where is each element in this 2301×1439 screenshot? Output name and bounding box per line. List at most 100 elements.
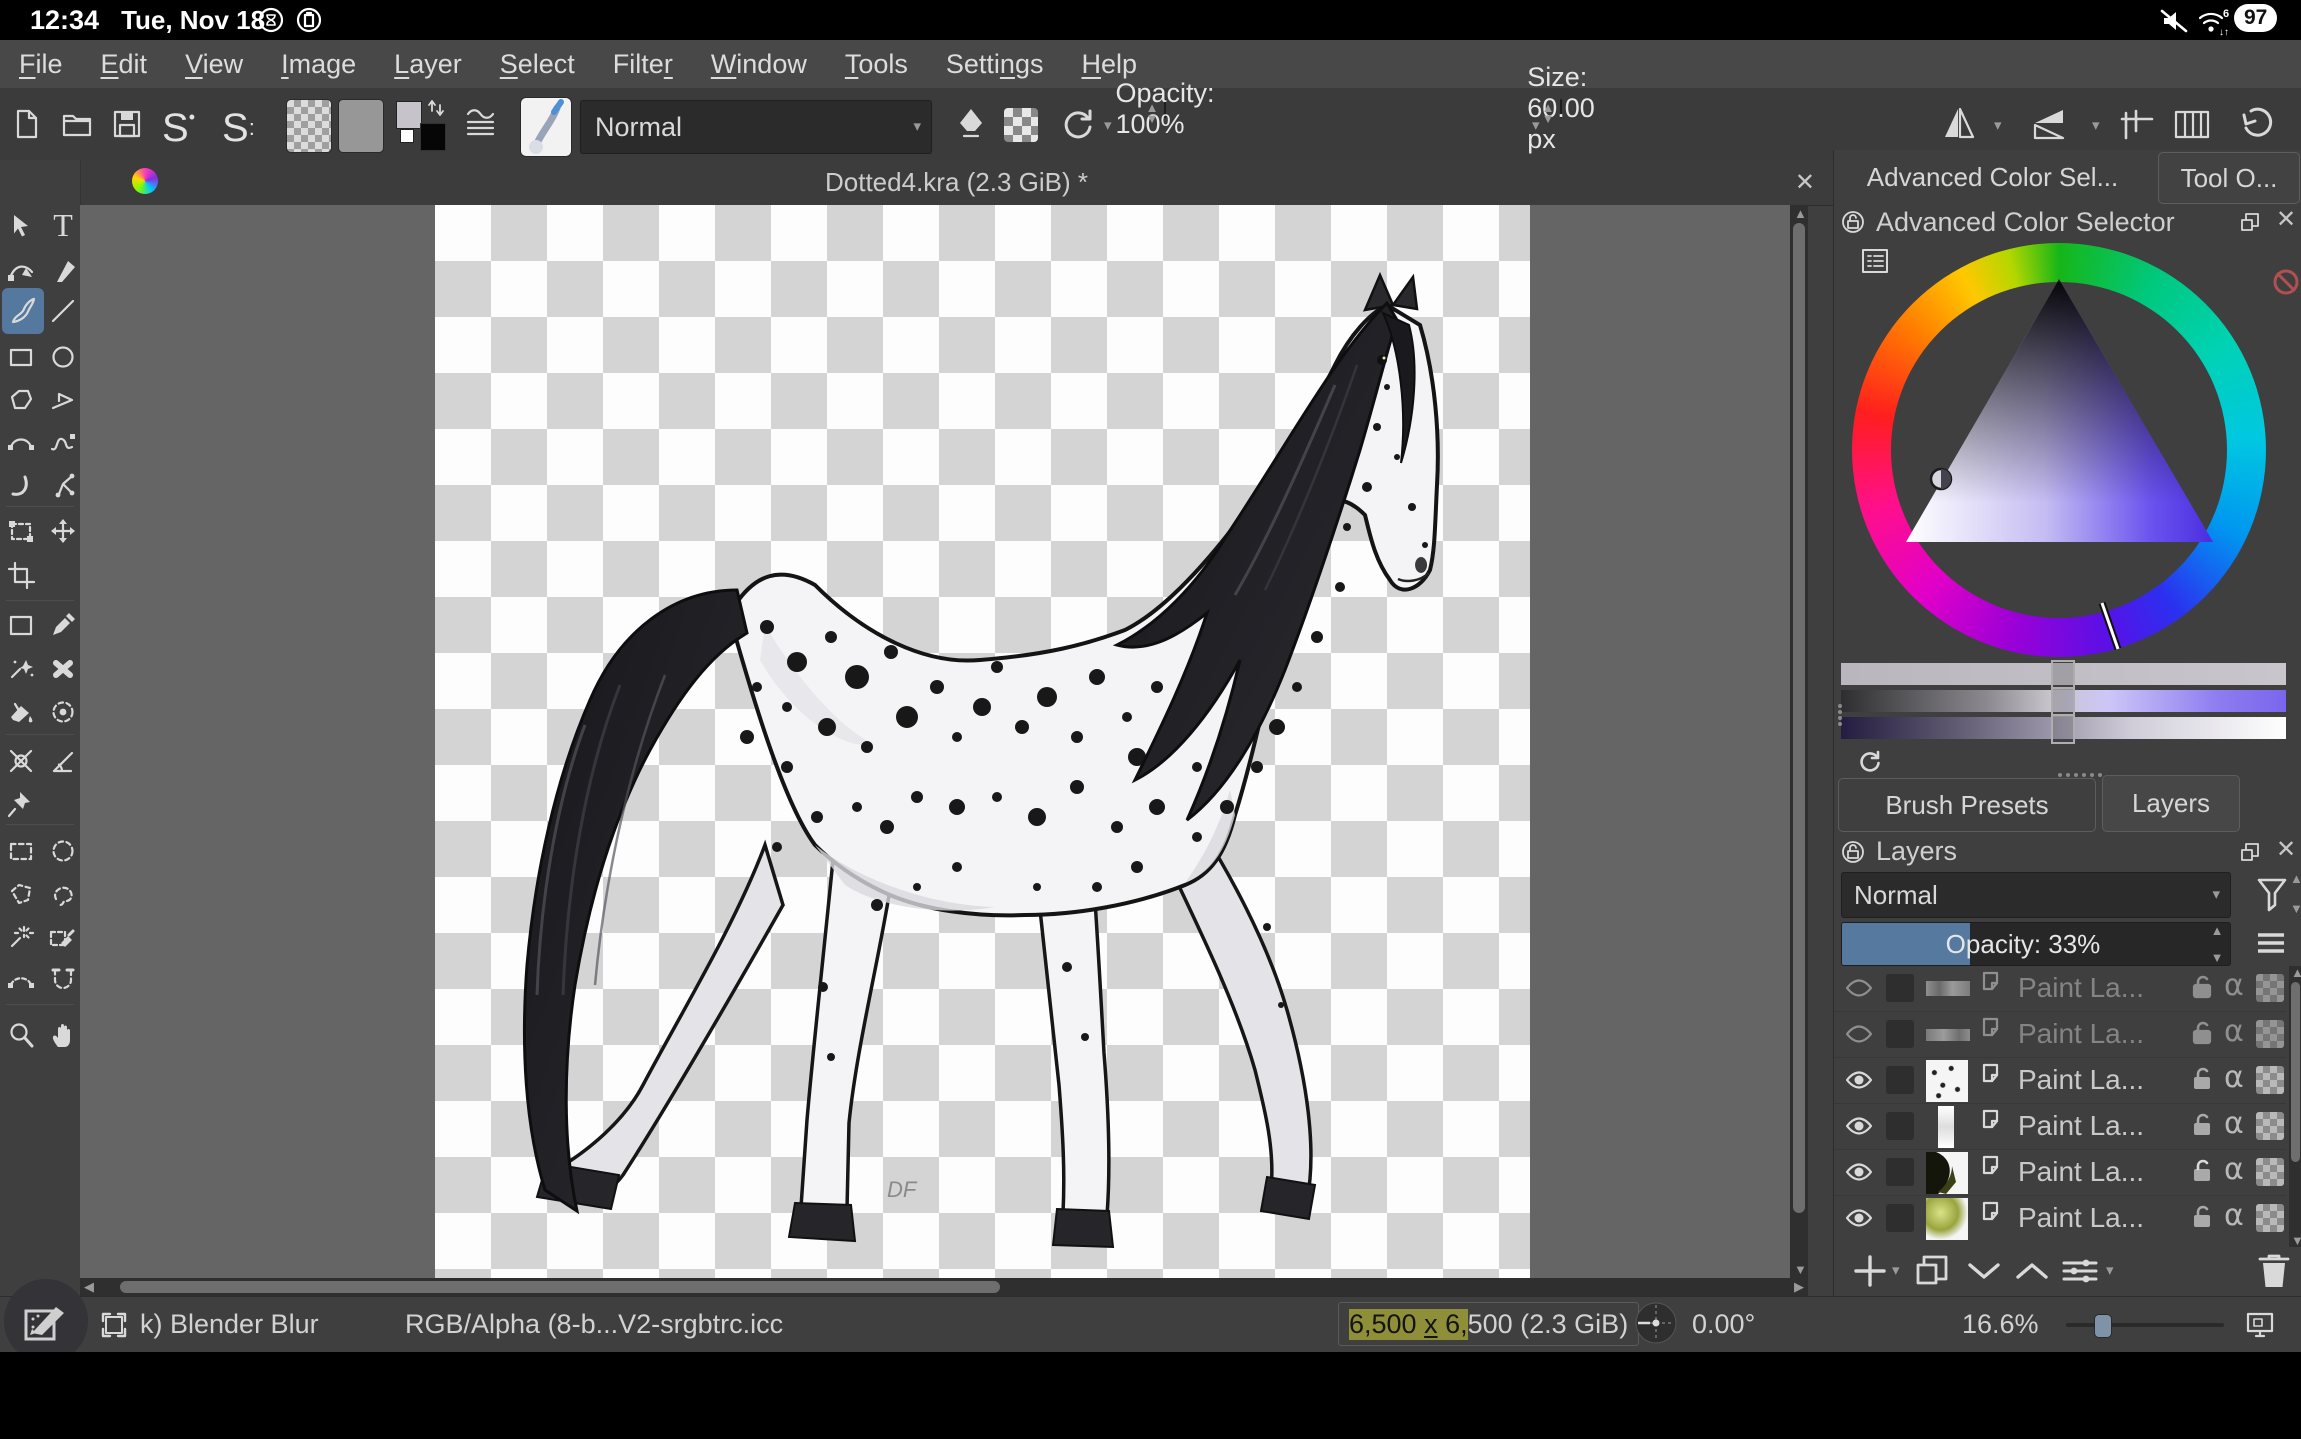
lightness-bar-handle[interactable] [2051, 660, 2075, 690]
selection-display-toggle[interactable] [100, 1311, 128, 1346]
tab-advanced-color-selector[interactable]: Advanced Color Sel... [1834, 150, 2151, 204]
floating-edit-button[interactable] [4, 1279, 88, 1363]
fg-bg-color-widget[interactable] [396, 101, 450, 151]
tool-rectangle[interactable] [2, 338, 40, 376]
layer-style-toggle[interactable] [1886, 1204, 1914, 1232]
undo-button[interactable] [2238, 103, 2280, 145]
background-color-swatch[interactable] [420, 123, 446, 151]
layer-row-5[interactable]: Paint La... α [1834, 1150, 2286, 1196]
tool-multibrush[interactable] [44, 465, 82, 503]
saturation-bar[interactable] [1841, 690, 2286, 712]
layer-name[interactable]: Paint La... [2018, 1018, 2178, 1050]
layer-thumbnail[interactable] [1938, 1106, 1954, 1148]
tool-fill[interactable] [2, 693, 40, 731]
close-document-icon[interactable]: ✕ [1795, 168, 1815, 197]
new-document-button[interactable] [10, 107, 44, 141]
tool-bezier-select[interactable] [2, 961, 40, 999]
tool-ellipse[interactable] [44, 338, 82, 376]
close-docker-icon[interactable]: ✕ [2276, 205, 2296, 234]
scroll-right-arrow[interactable]: ▶ [1794, 1280, 1804, 1293]
pattern-swatch-button[interactable] [286, 99, 332, 153]
layer-thumbnail[interactable] [1926, 1029, 1970, 1041]
inherit-alpha-icon[interactable] [2256, 974, 2284, 1002]
inherit-alpha-icon[interactable] [2256, 1158, 2284, 1186]
brush-settings-button[interactable] [462, 105, 500, 143]
docker-lock-icon[interactable] [1841, 210, 1865, 239]
layer-row-6[interactable]: Paint La... α [1834, 1196, 2286, 1247]
show-panels-button[interactable] [2172, 105, 2212, 143]
current-brush-name[interactable]: k) Blender Blur [140, 1309, 319, 1340]
saturation-value-triangle[interactable] [1852, 243, 2266, 657]
menu-settings[interactable]: Settings [927, 49, 1063, 80]
rotation-value[interactable]: 0.00° [1692, 1309, 1755, 1340]
wrap-around-button[interactable] [2118, 105, 2156, 143]
tool-crop[interactable] [2, 556, 40, 594]
menu-window[interactable]: Window [692, 49, 826, 80]
inherit-alpha-icon[interactable] [2256, 1066, 2284, 1094]
color-profile[interactable]: RGB/Alpha (8-b...V2-srgbtrc.icc [405, 1309, 783, 1340]
tool-pan[interactable] [44, 1016, 82, 1054]
mirror-vertical-chevron-icon[interactable]: ▾ [2092, 116, 2100, 134]
tool-zoom[interactable] [2, 1016, 40, 1054]
layer-name[interactable]: Paint La... [2018, 972, 2178, 1004]
scroll-down-arrow[interactable]: ▼ [1794, 1263, 1807, 1276]
tool-rect-select[interactable] [2, 832, 40, 870]
delete-layer-button[interactable] [2256, 1251, 2292, 1296]
layer-list-scrollbar[interactable]: ▲ ▼ [2289, 966, 2301, 1247]
layer-style-toggle[interactable] [1886, 974, 1914, 1002]
layer-style-toggle[interactable] [1886, 1020, 1914, 1048]
lock-icon[interactable] [2190, 1066, 2214, 1097]
float-docker-icon[interactable] [2238, 210, 2262, 239]
layer-style-toggle[interactable] [1886, 1112, 1914, 1140]
alpha-lock-icon[interactable]: α [2224, 1198, 2244, 1233]
lock-icon[interactable] [2190, 974, 2214, 1005]
tool-polyline[interactable] [44, 381, 82, 419]
move-layer-down-button[interactable] [1964, 1253, 2004, 1294]
zoom-slider-thumb[interactable] [2094, 1314, 2112, 1338]
tool-magnetic-select[interactable] [44, 961, 82, 999]
layer-opacity-slider[interactable]: Opacity: 33% ▲▼ [1841, 922, 2231, 966]
tab-layers[interactable]: Layers [2102, 775, 2240, 832]
tool-reference-images[interactable] [2, 785, 40, 823]
layer-properties-chevron-icon[interactable]: ▾ [2106, 1261, 2114, 1279]
lock-icon[interactable] [2190, 1158, 2214, 1189]
layer-scroll-thumb[interactable] [2291, 982, 2300, 1162]
lock-icon[interactable] [2190, 1020, 2214, 1051]
layers-lock-icon[interactable] [1841, 840, 1865, 869]
zoom-slider-track[interactable] [2066, 1323, 2224, 1327]
tool-assistants[interactable] [2, 742, 40, 780]
reload-preset-button[interactable] [1058, 105, 1098, 145]
tool-similar-select[interactable] [44, 918, 82, 956]
zoom-value[interactable]: 16.6% [1962, 1309, 2039, 1340]
tool-text[interactable]: T [44, 206, 82, 244]
layers-float-icon[interactable] [2238, 840, 2262, 869]
tool-gradient[interactable] [2, 606, 40, 644]
layer-name[interactable]: Paint La... [2018, 1202, 2178, 1234]
document-tab-title[interactable]: Dotted4.kra (2.3 GiB) * [80, 167, 1833, 198]
mirror-horizontal-button[interactable] [1938, 103, 1980, 145]
inherit-alpha-icon[interactable] [2256, 1112, 2284, 1140]
reset-colors-swatch[interactable] [400, 129, 414, 143]
canvas-viewport[interactable]: DF ▲ ▼ [80, 205, 1808, 1278]
save-button[interactable] [110, 107, 144, 141]
panel-resize-handle[interactable] [1836, 702, 1844, 728]
add-layer-chevron-icon[interactable]: ▾ [1892, 1261, 1900, 1279]
tool-colorize-mask[interactable] [2, 649, 40, 687]
canvas-vertical-scrollbar[interactable]: ▲ ▼ [1790, 205, 1808, 1278]
layer-row-2[interactable]: Paint La... α [1834, 1012, 2286, 1058]
tab-brush-presets[interactable]: Brush Presets [1838, 778, 2096, 832]
layer-scroll-up[interactable]: ▲ [2291, 966, 2301, 979]
layer-properties-button[interactable] [2060, 1253, 2100, 1294]
document-canvas[interactable]: DF [435, 205, 1530, 1278]
tool-transform[interactable] [2, 512, 40, 550]
pattern-chooser-button[interactable]: S: [222, 106, 255, 151]
canvas-rotation-dial[interactable] [1632, 1299, 1680, 1354]
image-size-field[interactable]: 6,500 x 6,500 (2.3 GiB) [1338, 1302, 1639, 1346]
alpha-lock-icon[interactable]: α [2224, 968, 2244, 1003]
tool-polygon[interactable] [2, 381, 40, 419]
scroll-left-arrow[interactable]: ◀ [84, 1280, 94, 1293]
add-layer-button[interactable] [1852, 1253, 1888, 1294]
layer-opacity-spinner[interactable]: ▲▼ [2206, 925, 2228, 963]
alpha-lock-icon[interactable]: α [2224, 1106, 2244, 1141]
tool-color-sampler[interactable] [44, 606, 82, 644]
